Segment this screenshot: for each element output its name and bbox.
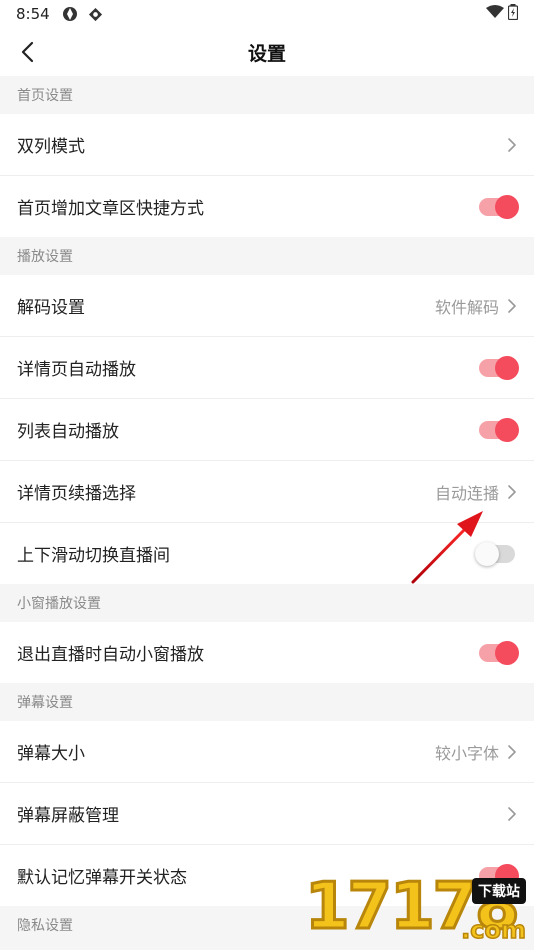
settings-row[interactable]: 详情页自动播放 <box>0 337 534 399</box>
settings-row-trailing <box>479 863 519 888</box>
settings-row-label: 列表自动播放 <box>17 422 119 442</box>
status-time: 8:54 <box>16 5 50 23</box>
settings-row-label: 双列模式 <box>17 137 85 157</box>
settings-row-label: 首页增加文章区快捷方式 <box>17 199 204 219</box>
settings-row-label: 详情页续播选择 <box>17 484 136 504</box>
section-group: 弹幕大小 较小字体弹幕屏蔽管理默认记忆弹幕开关状态 <box>0 721 534 906</box>
settings-row-trailing <box>507 137 517 153</box>
settings-row[interactable]: 上下滑动切换直播间 <box>0 523 534 584</box>
settings-row-trailing <box>479 194 519 219</box>
app-notification-icon-2 <box>88 7 103 22</box>
toggle-switch[interactable] <box>479 194 519 219</box>
settings-row[interactable]: 弹幕大小 较小字体 <box>0 721 534 783</box>
settings-row-trailing <box>479 640 519 665</box>
settings-row[interactable]: 弹幕屏蔽管理 <box>0 783 534 845</box>
settings-row[interactable]: 首页增加文章区快捷方式 <box>0 176 534 237</box>
settings-row-trailing: 较小字体 <box>435 740 517 764</box>
settings-row-trailing <box>479 355 519 380</box>
settings-row-trailing <box>479 417 519 442</box>
page-title: 设置 <box>247 42 286 65</box>
settings-row-label: 解码设置 <box>17 298 85 318</box>
section-header: 播放设置 <box>0 237 534 275</box>
chevron-right-icon <box>507 484 517 500</box>
settings-row-value: 自动连播 <box>434 483 499 503</box>
chevron-left-icon <box>21 41 34 63</box>
settings-row-label: 弹幕大小 <box>17 744 85 764</box>
toggle-knob <box>495 640 519 665</box>
settings-row[interactable]: 详情页续播选择 自动连播 <box>0 461 534 523</box>
settings-row-trailing <box>507 806 517 822</box>
chevron-right-icon <box>507 806 517 822</box>
settings-row[interactable]: 默认记忆弹幕开关状态 <box>0 845 534 906</box>
toggle-switch[interactable] <box>479 355 519 380</box>
section-header: 隐私设置 <box>0 906 534 944</box>
chevron-right-icon <box>507 137 517 153</box>
settings-row-label: 上下滑动切换直播间 <box>17 546 170 566</box>
settings-row-value: 较小字体 <box>434 743 499 763</box>
section-header: 首页设置 <box>0 76 534 114</box>
settings-row[interactable]: 双列模式 <box>0 114 534 176</box>
settings-row-label: 详情页自动播放 <box>17 360 136 380</box>
chevron-right-icon <box>507 298 517 314</box>
toggle-knob <box>495 355 519 380</box>
section-header: 弹幕设置 <box>0 683 534 721</box>
section-group: 双列模式首页增加文章区快捷方式 <box>0 114 534 237</box>
settings-row-label: 默认记忆弹幕开关状态 <box>17 868 187 888</box>
settings-row-trailing <box>475 541 517 566</box>
toggle-switch[interactable] <box>479 417 519 442</box>
toggle-switch[interactable] <box>479 640 519 665</box>
toggle-knob <box>495 417 519 442</box>
settings-list: 首页设置双列模式首页增加文章区快捷方式播放设置解码设置 软件解码详情页自动播放 列表… <box>0 76 534 944</box>
settings-row-label: 退出直播时自动小窗播放 <box>17 645 204 665</box>
back-button[interactable] <box>14 38 40 66</box>
settings-row[interactable]: 列表自动播放 <box>0 399 534 461</box>
section-group: 退出直播时自动小窗播放 <box>0 622 534 683</box>
toggle-switch[interactable] <box>475 541 515 566</box>
settings-row-label: 弹幕屏蔽管理 <box>17 806 119 826</box>
toggle-switch[interactable] <box>479 863 519 888</box>
section-header: 小窗播放设置 <box>0 584 534 622</box>
settings-row[interactable]: 解码设置 软件解码 <box>0 275 534 337</box>
app-notification-icon <box>62 6 78 22</box>
wifi-icon <box>486 5 504 23</box>
toggle-knob <box>495 863 519 888</box>
status-bar: 8:54 <box>0 0 534 28</box>
toggle-knob <box>475 541 499 566</box>
settings-row-trailing: 自动连播 <box>435 480 517 504</box>
app-header: 设置 <box>0 28 534 76</box>
settings-row-trailing: 软件解码 <box>435 294 517 318</box>
section-group: 解码设置 软件解码详情页自动播放 列表自动播放 详情页续播选择 自动连播上下滑动切换直播… <box>0 275 534 584</box>
toggle-knob <box>495 194 519 219</box>
chevron-right-icon <box>507 744 517 760</box>
battery-icon <box>507 4 519 24</box>
settings-row[interactable]: 退出直播时自动小窗播放 <box>0 622 534 683</box>
settings-row-value: 软件解码 <box>434 297 499 317</box>
